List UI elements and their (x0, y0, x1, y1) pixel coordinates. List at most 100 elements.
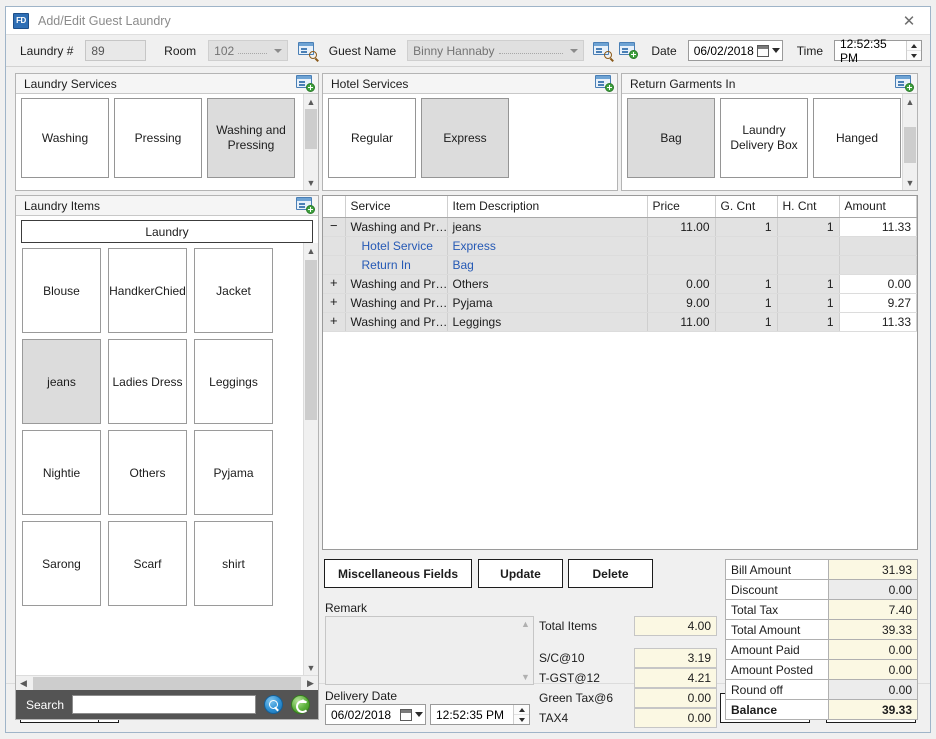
laundry-category-header[interactable]: Laundry (21, 220, 313, 243)
date-picker[interactable]: 06/02/2018 (687, 40, 783, 61)
scroll-track[interactable] (903, 109, 917, 175)
scroll-down-icon[interactable]: ▼ (521, 672, 530, 682)
laundry-number-input[interactable]: 89 (85, 40, 147, 61)
grid-column-header-5[interactable]: H. Cnt (777, 196, 840, 218)
table-subrow[interactable]: Hotel Service Express (323, 236, 917, 256)
scroll-thumb[interactable] (305, 109, 317, 149)
guest-add-icon[interactable] (619, 42, 639, 59)
subrow-value[interactable]: Express (447, 236, 648, 256)
grid-column-header-3[interactable]: Price (647, 196, 716, 218)
return-garment-tile-1[interactable]: Laundry Delivery Box (720, 98, 808, 178)
bill-value[interactable]: 0.00 (828, 679, 918, 700)
laundry-item-tile-9[interactable]: Sarong (22, 521, 101, 606)
refresh-icon[interactable] (291, 695, 310, 714)
spinner-up-icon[interactable] (514, 705, 529, 715)
cell-amount[interactable]: 0.00 (839, 274, 917, 294)
laundry-item-tile-0[interactable]: Blouse (22, 248, 101, 333)
cell-gcnt[interactable]: 1 (715, 293, 778, 313)
laundry-item-tile-1[interactable]: HandkerChied (108, 248, 187, 333)
remark-text[interactable] (326, 617, 518, 684)
scroll-up-icon[interactable]: ▲ (521, 619, 530, 629)
grid-column-header-2[interactable]: Item Description (447, 196, 648, 218)
grid-column-header-4[interactable]: G. Cnt (715, 196, 778, 218)
room-select[interactable]: 102 (208, 40, 288, 61)
hotel-service-tile-0[interactable]: Regular (328, 98, 416, 178)
scroll-track[interactable] (304, 258, 318, 660)
return-garments-scrollbar[interactable]: ▲ ▼ (902, 94, 917, 190)
miscellaneous-fields-button[interactable]: Miscellaneous Fields (324, 559, 472, 588)
remark-textarea[interactable]: ▲ ▼ (325, 616, 534, 685)
laundry-service-tile-0[interactable]: Washing (21, 98, 109, 178)
scroll-right-icon[interactable]: ▶ (303, 676, 318, 691)
expand-icon[interactable]: + (323, 312, 346, 332)
scroll-up-icon[interactable]: ▲ (903, 94, 917, 109)
guest-lookup-icon[interactable] (593, 42, 613, 59)
bill-value[interactable]: 0.00 (828, 579, 918, 600)
laundry-item-tile-5[interactable]: Leggings (194, 339, 273, 424)
scroll-thumb-h[interactable] (33, 676, 301, 690)
cell-service[interactable]: Washing and Pr… (345, 274, 448, 294)
return-garment-tile-0[interactable]: Bag (627, 98, 715, 178)
cell-amount[interactable]: 11.33 (839, 312, 917, 332)
grid-column-header-0[interactable] (323, 196, 346, 218)
laundry-item-tile-6[interactable]: Nightie (22, 430, 101, 515)
room-lookup-icon[interactable] (297, 42, 317, 59)
delivery-time-input[interactable]: 12:52:35 PM (430, 704, 530, 725)
return-garments-add-icon[interactable] (895, 75, 914, 92)
delete-button[interactable]: Delete (568, 559, 653, 588)
time-stepper[interactable] (905, 41, 922, 60)
cell-price[interactable]: 0.00 (647, 274, 716, 294)
cell-amount[interactable]: 9.27 (839, 293, 917, 313)
scroll-track[interactable] (304, 109, 318, 175)
laundry-services-scrollbar[interactable]: ▲ ▼ (303, 94, 318, 190)
cell-service[interactable]: Washing and Pr… (345, 293, 448, 313)
scroll-track-h[interactable] (31, 676, 303, 691)
table-row[interactable]: + Washing and Pr… Others 0.00 1 1 0.00 (323, 274, 917, 294)
laundry-item-tile-2[interactable]: Jacket (194, 248, 273, 333)
laundry-item-tile-7[interactable]: Others (108, 430, 187, 515)
guest-name-select[interactable]: Binny Hannaby (407, 40, 585, 61)
scroll-down-icon[interactable]: ▼ (903, 175, 917, 190)
cell-hcnt[interactable]: 1 (777, 293, 840, 313)
expand-icon[interactable]: + (323, 293, 346, 313)
laundry-service-tile-1[interactable]: Pressing (114, 98, 202, 178)
cell-service[interactable]: Washing and Pr… (345, 312, 448, 332)
cell-hcnt[interactable]: 1 (777, 217, 840, 237)
scroll-thumb[interactable] (305, 260, 317, 420)
cell-gcnt[interactable]: 1 (715, 312, 778, 332)
cell-price[interactable]: 11.00 (647, 312, 716, 332)
cell-item[interactable]: Others (447, 274, 648, 294)
scroll-down-icon[interactable]: ▼ (304, 175, 318, 190)
search-icon[interactable] (264, 695, 283, 714)
return-garment-tile-2[interactable]: Hanged (813, 98, 901, 178)
delivery-date-picker[interactable]: 06/02/2018 (325, 704, 426, 725)
cell-service[interactable]: Washing and Pr… (345, 217, 448, 237)
laundry-items-add-icon[interactable] (296, 197, 315, 214)
laundry-item-tile-11[interactable]: shirt (194, 521, 273, 606)
table-row[interactable]: + Washing and Pr… Leggings 11.00 1 1 11.33 (323, 312, 917, 332)
cell-price[interactable]: 11.00 (647, 217, 716, 237)
grid-column-header-6[interactable]: Amount (839, 196, 917, 218)
time-input[interactable]: 12:52:35 PM (834, 37, 923, 65)
cell-item[interactable]: jeans (447, 217, 648, 237)
items-grid[interactable]: Service Item Description Price G. Cnt H. Cnt… (322, 195, 918, 550)
hotel-services-add-icon[interactable] (595, 75, 614, 92)
remark-scrollbar[interactable]: ▲ ▼ (518, 617, 533, 684)
laundry-item-tile-10[interactable]: Scarf (108, 521, 187, 606)
laundry-item-tile-8[interactable]: Pyjama (194, 430, 273, 515)
cell-hcnt[interactable]: 1 (777, 274, 840, 294)
cell-gcnt[interactable]: 1 (715, 274, 778, 294)
laundry-item-tile-3[interactable]: jeans (22, 339, 101, 424)
cell-price[interactable]: 9.00 (647, 293, 716, 313)
spinner-up-icon[interactable] (906, 41, 922, 51)
close-icon[interactable]: ✕ (892, 9, 926, 33)
collapse-icon[interactable]: − (323, 217, 346, 237)
scroll-left-icon[interactable]: ◀ (16, 676, 31, 691)
laundry-service-tile-2[interactable]: Washing and Pressing (207, 98, 295, 178)
grid-column-header-1[interactable]: Service (345, 196, 448, 218)
scroll-up-icon[interactable]: ▲ (304, 94, 318, 109)
cell-hcnt[interactable]: 1 (777, 312, 840, 332)
table-row[interactable]: − Washing and Pr… jeans 11.00 1 1 11.33 (323, 217, 917, 237)
spinner-down-icon[interactable] (514, 715, 529, 724)
hotel-service-tile-1[interactable]: Express (421, 98, 509, 178)
